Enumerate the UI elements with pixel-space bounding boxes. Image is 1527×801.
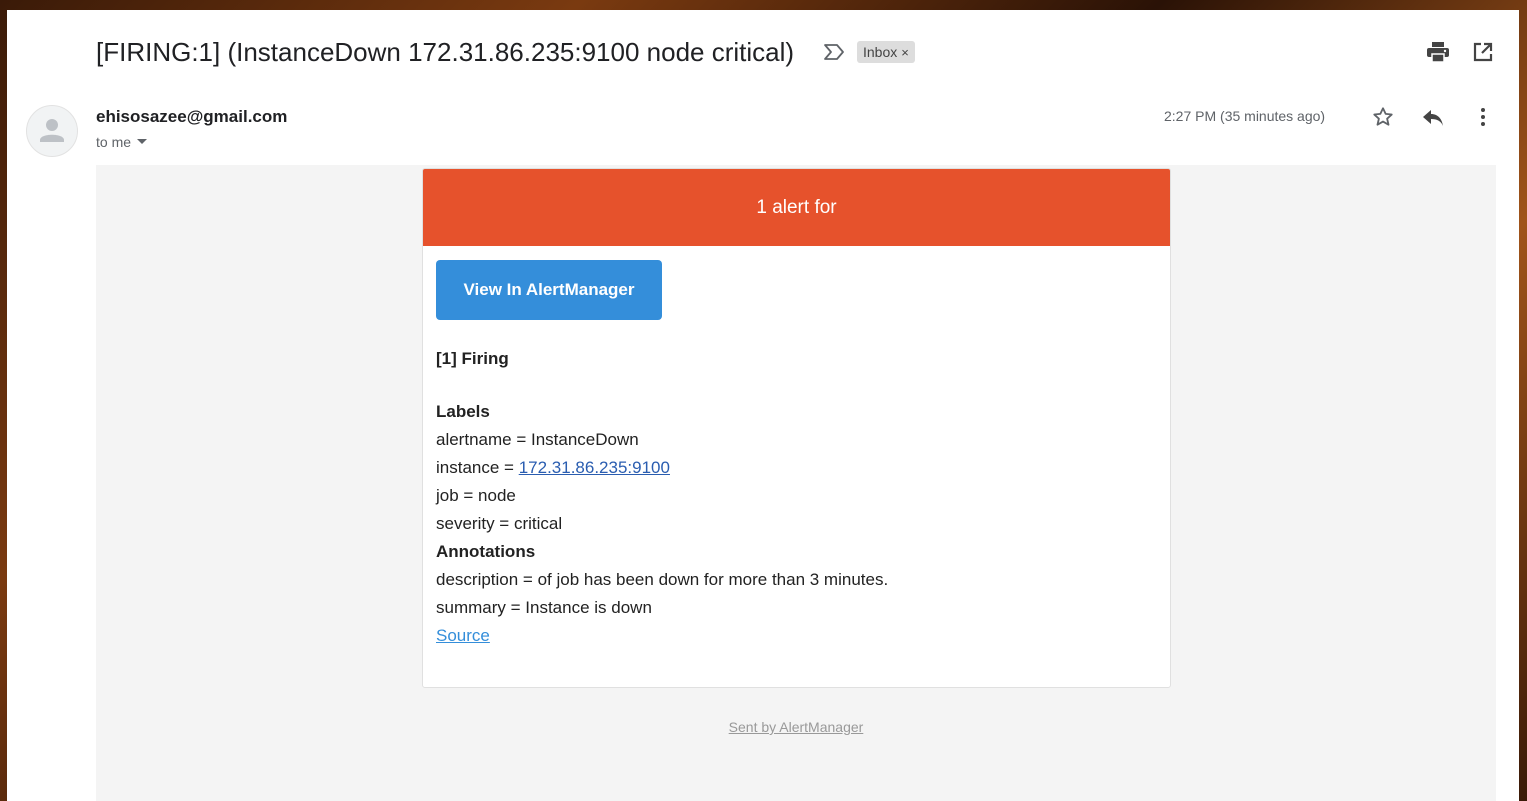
recipient-details[interactable]: to me bbox=[96, 134, 148, 150]
firing-heading: [1] Firing bbox=[436, 349, 509, 368]
source-link[interactable]: Source bbox=[436, 626, 490, 645]
email-footer: Sent by AlertManager bbox=[96, 719, 1496, 735]
email-window: [FIRING:1] (InstanceDown 172.31.86.235:9… bbox=[7, 10, 1519, 801]
inbox-label-chip: Inbox × bbox=[857, 41, 915, 63]
reply-icon bbox=[1423, 110, 1443, 126]
instance-link[interactable]: 172.31.86.235:9100 bbox=[519, 458, 670, 477]
recipient-text: to me bbox=[96, 134, 132, 150]
annotation-summary: summary = Instance is down bbox=[436, 598, 652, 617]
star-icon bbox=[1373, 107, 1393, 126]
sent-by-alertmanager-link[interactable]: Sent by AlertManager bbox=[729, 719, 864, 735]
reply-button[interactable] bbox=[1420, 104, 1446, 130]
labels-heading: Labels bbox=[436, 402, 490, 421]
email-subject: [FIRING:1] (InstanceDown 172.31.86.235:9… bbox=[96, 37, 795, 67]
print-button[interactable] bbox=[1425, 39, 1451, 65]
open-in-new-window-icon bbox=[1473, 42, 1493, 62]
alert-banner: 1 alert for bbox=[423, 169, 1170, 246]
view-in-alertmanager-button[interactable]: View In AlertManager bbox=[436, 260, 662, 320]
instance-prefix: instance = bbox=[436, 458, 519, 477]
label-job: job = node bbox=[436, 486, 516, 505]
label-alertname: alertname = InstanceDown bbox=[436, 430, 639, 449]
message-time: 2:27 PM (35 minutes ago) bbox=[1164, 108, 1326, 124]
more-vert-icon bbox=[1481, 108, 1485, 126]
remove-label-button[interactable]: × bbox=[901, 45, 909, 60]
default-avatar-icon bbox=[40, 119, 64, 142]
label-severity: severity = critical bbox=[436, 514, 563, 533]
star-button[interactable] bbox=[1370, 104, 1396, 130]
more-options-button[interactable] bbox=[1470, 104, 1496, 130]
print-icon bbox=[1427, 42, 1449, 62]
label-instance: instance = 172.31.86.235:9100 bbox=[436, 454, 1156, 482]
open-new-window-button[interactable] bbox=[1470, 39, 1496, 65]
email-body: 1 alert for View In AlertManager [1] Fir… bbox=[96, 165, 1496, 801]
alert-details: [1] Firing Labels alertname = InstanceDo… bbox=[436, 345, 1156, 650]
annotations-heading: Annotations bbox=[436, 542, 536, 561]
importance-marker-icon[interactable] bbox=[823, 43, 845, 61]
chevron-down-icon[interactable] bbox=[137, 139, 148, 145]
inbox-label-text: Inbox bbox=[863, 44, 898, 60]
sender-address[interactable]: ehisosazee@gmail.com bbox=[96, 107, 287, 127]
annotation-description: description = of job has been down for m… bbox=[436, 570, 889, 589]
alert-card: 1 alert for View In AlertManager [1] Fir… bbox=[422, 168, 1171, 688]
sender-avatar bbox=[26, 105, 78, 157]
